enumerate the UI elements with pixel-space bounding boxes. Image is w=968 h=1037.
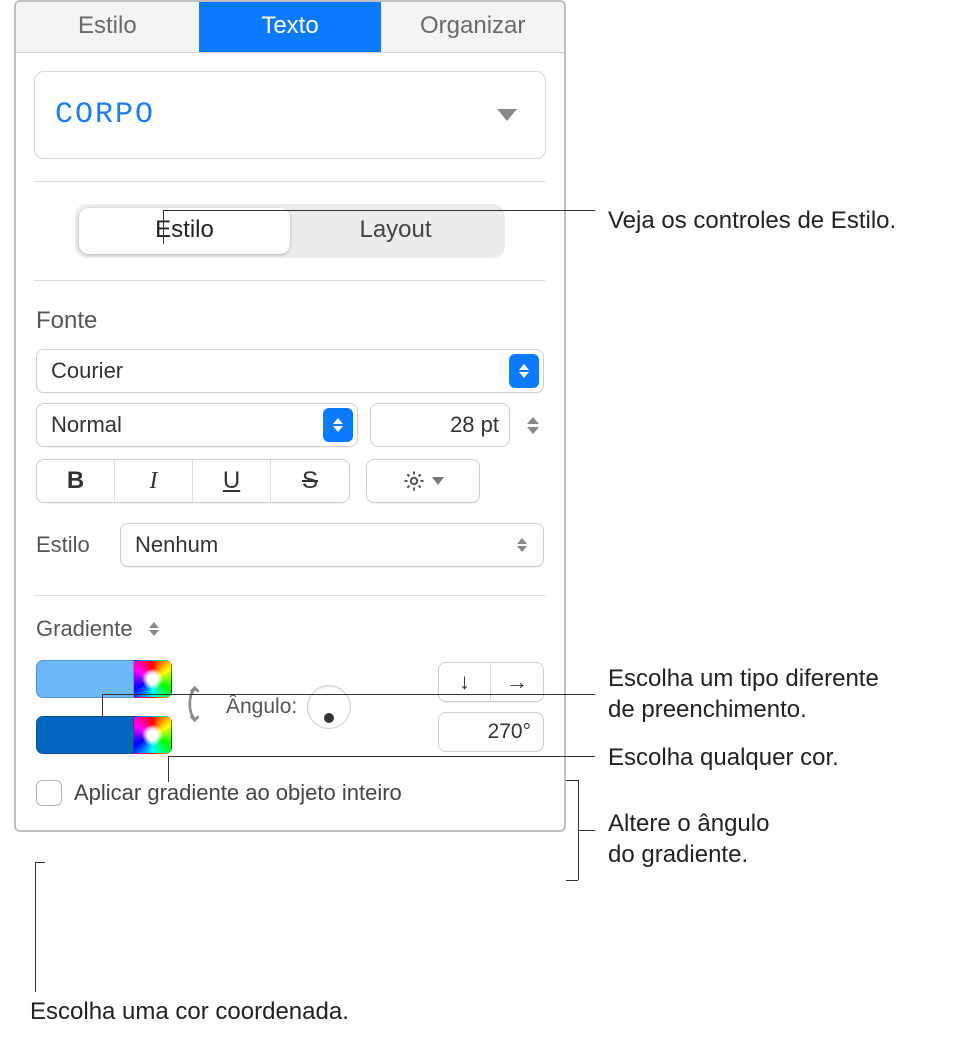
tab-texto[interactable]: Texto: [199, 2, 382, 52]
font-section: Fonte Courier Normal 28 pt B I: [16, 281, 564, 573]
font-size-field[interactable]: 28 pt: [370, 403, 510, 447]
stepper-up-icon: [527, 417, 539, 424]
stepper-down-icon: [527, 427, 539, 434]
character-style-select[interactable]: Nenhum: [120, 523, 544, 567]
italic-button[interactable]: I: [115, 460, 193, 502]
font-family-select[interactable]: Courier: [36, 349, 544, 393]
color-picker-1-button[interactable]: [134, 660, 172, 698]
paragraph-style-name: CORPO: [55, 98, 155, 132]
callout-lead: [163, 210, 164, 244]
callout-lead: [566, 780, 578, 781]
gear-icon: [402, 469, 426, 493]
callout-lead: [168, 756, 595, 757]
direction-vertical-button[interactable]: ↓: [439, 663, 491, 701]
chevron-down-icon: [497, 109, 517, 121]
callout-lead: [578, 830, 595, 831]
swap-colors-button[interactable]: [186, 682, 212, 732]
font-size-value: 28 pt: [383, 412, 505, 438]
updown-icon: [509, 354, 539, 388]
paragraph-style-select[interactable]: CORPO: [34, 71, 546, 159]
updown-icon: [511, 538, 533, 552]
font-size-stepper[interactable]: [522, 417, 544, 434]
gradient-controls: Ângulo: ↓ → 270°: [36, 660, 544, 754]
font-weight-select[interactable]: Normal: [36, 403, 358, 447]
tab-estilo[interactable]: Estilo: [16, 2, 199, 52]
character-style-label: Estilo: [36, 532, 106, 558]
callout-lead: [35, 862, 45, 863]
callout-style-controls: Veja os controles de Estilo.: [608, 205, 896, 236]
main-tab-bar: Estilo Texto Organizar: [16, 2, 564, 53]
updown-icon: [323, 408, 353, 442]
character-style-value: Nenhum: [135, 532, 218, 558]
callout-fill-type: Escolha um tipo diferentede preenchiment…: [608, 663, 879, 725]
gradient-color-1-well[interactable]: [36, 660, 134, 698]
bold-button[interactable]: B: [37, 460, 115, 502]
advanced-options-button[interactable]: [366, 459, 480, 503]
angle-label: Ângulo:: [226, 695, 297, 719]
text-subtab-segmented: Estilo Layout: [75, 204, 505, 258]
divider: [34, 181, 546, 182]
fill-type-select[interactable]: Gradiente: [36, 616, 544, 642]
text-fill-section: Gradiente: [16, 596, 564, 830]
gradient-swatches: [36, 660, 172, 754]
tab-organizar[interactable]: Organizar: [381, 2, 564, 52]
font-section-title: Fonte: [36, 307, 544, 335]
callout-lead: [566, 880, 578, 881]
gradient-direction-segmented: ↓ →: [438, 662, 544, 702]
fill-type-value: Gradiente: [36, 616, 133, 642]
font-family-value: Courier: [51, 358, 123, 384]
angle-dial-indicator: [324, 713, 334, 723]
underline-button[interactable]: U: [193, 460, 271, 502]
font-weight-value: Normal: [51, 412, 122, 438]
callout-lead: [163, 210, 595, 211]
callout-lead: [102, 694, 595, 695]
apply-whole-object-checkbox[interactable]: [36, 780, 62, 806]
callout-lead: [35, 862, 36, 992]
angle-dial[interactable]: [307, 685, 351, 729]
gradient-color-2-well[interactable]: [36, 716, 134, 754]
color-picker-2-button[interactable]: [134, 716, 172, 754]
subtab-layout[interactable]: Layout: [290, 208, 501, 254]
direction-horizontal-button[interactable]: →: [491, 663, 543, 701]
callout-any-color: Escolha qualquer cor.: [608, 742, 839, 773]
subtab-estilo[interactable]: Estilo: [79, 208, 290, 254]
callout-lead: [102, 694, 103, 718]
angle-value: 270°: [488, 720, 531, 744]
text-format-group: B I U S: [36, 459, 350, 503]
updown-icon: [143, 622, 165, 636]
callout-change-angle: Altere o ângulodo gradiente.: [608, 808, 769, 870]
strikethrough-button[interactable]: S: [271, 460, 349, 502]
callout-coord-color: Escolha uma cor coordenada.: [30, 996, 349, 1027]
angle-value-field[interactable]: 270°: [438, 712, 544, 752]
chevron-down-icon: [432, 477, 444, 485]
apply-whole-object-label: Aplicar gradiente ao objeto inteiro: [74, 780, 402, 806]
callout-lead: [168, 756, 169, 782]
format-inspector-panel: Estilo Texto Organizar CORPO Estilo Layo…: [14, 0, 566, 832]
